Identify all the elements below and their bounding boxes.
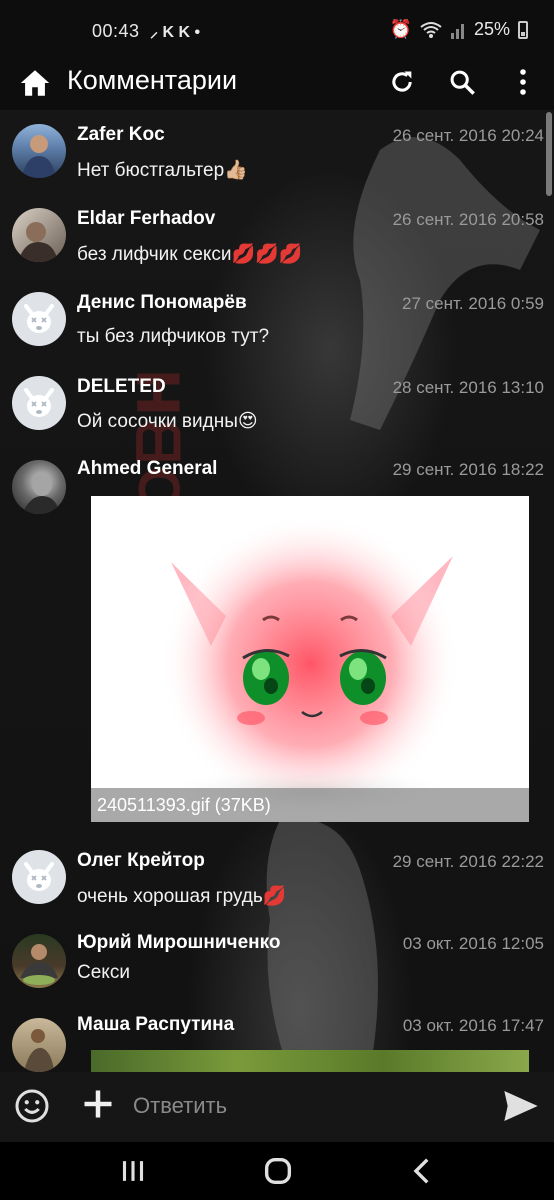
comment-date: 03 окт. 2016 17:47 [402,1016,544,1035]
status-time: 00:43 [92,21,140,41]
comment-author[interactable]: DELETED [77,376,166,398]
comment-item[interactable]: Денис Пономарёв 27 сент. 2016 0:59 ты бе… [0,278,554,362]
wifi-icon [420,21,442,38]
signal-icon [450,23,464,39]
reply-bar: Ответить [0,1072,554,1142]
comment-item[interactable]: Zafer Koc 26 сент. 2016 20:24 Нет бюстга… [0,110,554,194]
comment-author[interactable]: Ahmed General [77,458,217,480]
back-icon[interactable] [406,1154,440,1188]
home-icon[interactable] [18,66,52,100]
deleted-user-dog-icon [24,304,54,333]
comment-date: 27 сент. 2016 0:59 [402,294,544,313]
comment-date: 28 сент. 2016 13:10 [392,378,544,397]
comment-author[interactable]: Юрий Мирошниченко [77,932,281,954]
reply-input[interactable]: Ответить [133,1093,227,1119]
more-vert-icon [520,69,526,95]
comment-author[interactable]: Eldar Ferhadov [77,208,215,230]
avatar[interactable] [12,1018,66,1072]
battery-icon [518,20,528,39]
refresh-button[interactable] [384,64,420,100]
avatar[interactable] [12,208,66,262]
comment-date: 03 окт. 2016 12:05 [402,934,544,953]
comment-text: очень хорошая грудь💋 [77,886,287,907]
notification-icons: ⸝ K K • [150,24,201,41]
comment-author[interactable]: Олег Крейтор [77,850,205,872]
comment-author[interactable]: Zafer Koc [77,124,165,146]
more-options-button[interactable] [505,64,541,100]
deleted-user-dog-icon [24,388,54,417]
recent-apps-icon[interactable] [116,1154,150,1188]
comment-text: Нет бюстгальтер👍🏼 [77,160,248,181]
comment-item[interactable]: Eldar Ferhadov 26 сент. 2016 20:58 без л… [0,194,554,278]
battery-percent: 25% [473,19,510,39]
status-right: ⏰ 25% [390,19,528,40]
comment-item[interactable]: Юрий Мирошниченко 03 окт. 2016 12:05 Сек… [0,920,554,1000]
emoji-icon[interactable] [14,1088,50,1124]
alarm-icon: ⏰ [389,19,412,39]
avatar-photo [24,1029,54,1072]
comment-date: 26 сент. 2016 20:58 [392,210,544,229]
scrollbar[interactable] [546,112,552,196]
avatar-photo [22,472,60,514]
comment-item[interactable]: Ahmed General 29 сент. 2016 18:22 240511… [0,446,554,830]
avatar[interactable] [12,934,66,988]
avatar[interactable] [12,460,66,514]
send-icon[interactable] [500,1086,542,1126]
page-title: Комментарии [67,65,238,95]
comment-item[interactable]: DELETED 28 сент. 2016 13:10 Ой сосочки в… [0,362,554,446]
search-button[interactable] [444,64,480,100]
attachment-caption: 240511393.gif (37KB) [91,788,529,822]
avatar[interactable] [12,850,66,904]
comment-item[interactable]: Маша Распутина 03 окт. 2016 17:47 [0,1004,554,1072]
deleted-user-dog-icon [24,862,54,891]
gif-attachment[interactable]: 240511393.gif (37KB) [91,496,529,822]
avatar[interactable] [12,124,66,178]
comment-date: 26 сент. 2016 20:24 [392,126,544,145]
comment-text: Секси [77,962,130,983]
comment-author[interactable]: Денис Пономарёв [77,292,247,314]
add-attachment-icon[interactable] [80,1086,116,1122]
comment-text: без лифчик секси💋💋💋 [77,244,303,265]
status-bar: 00:43 ⸝ K K • ⏰ 25% [0,0,554,62]
comment-item[interactable]: Олег Крейтор 29 сент. 2016 22:22 очень х… [0,836,554,920]
avatar-photo [18,222,58,262]
attachment-image [91,496,529,822]
comment-date: 29 сент. 2016 18:22 [392,460,544,479]
comment-author[interactable]: Маша Распутина [77,1014,234,1036]
refresh-icon [392,71,412,92]
home-nav-icon[interactable] [261,1154,295,1188]
comment-text: ты без лифчиков тут? [77,326,270,347]
image-attachment[interactable] [91,1050,529,1072]
comment-date: 29 сент. 2016 22:22 [392,852,544,871]
system-nav-bar [0,1142,554,1200]
avatar[interactable] [12,376,66,430]
avatar[interactable] [12,292,66,346]
search-icon [450,70,475,95]
avatar-photo [20,944,58,985]
comment-text: Ой сосочки видны😍 [77,411,258,432]
avatar-photo [22,135,56,178]
app-toolbar: Комментарии [0,56,554,110]
comments-list[interactable]: ᑎIᗰᔕ ᗰOᗷᕼ Zafer Koc 26 сент. 2016 20:24 … [0,110,554,1072]
